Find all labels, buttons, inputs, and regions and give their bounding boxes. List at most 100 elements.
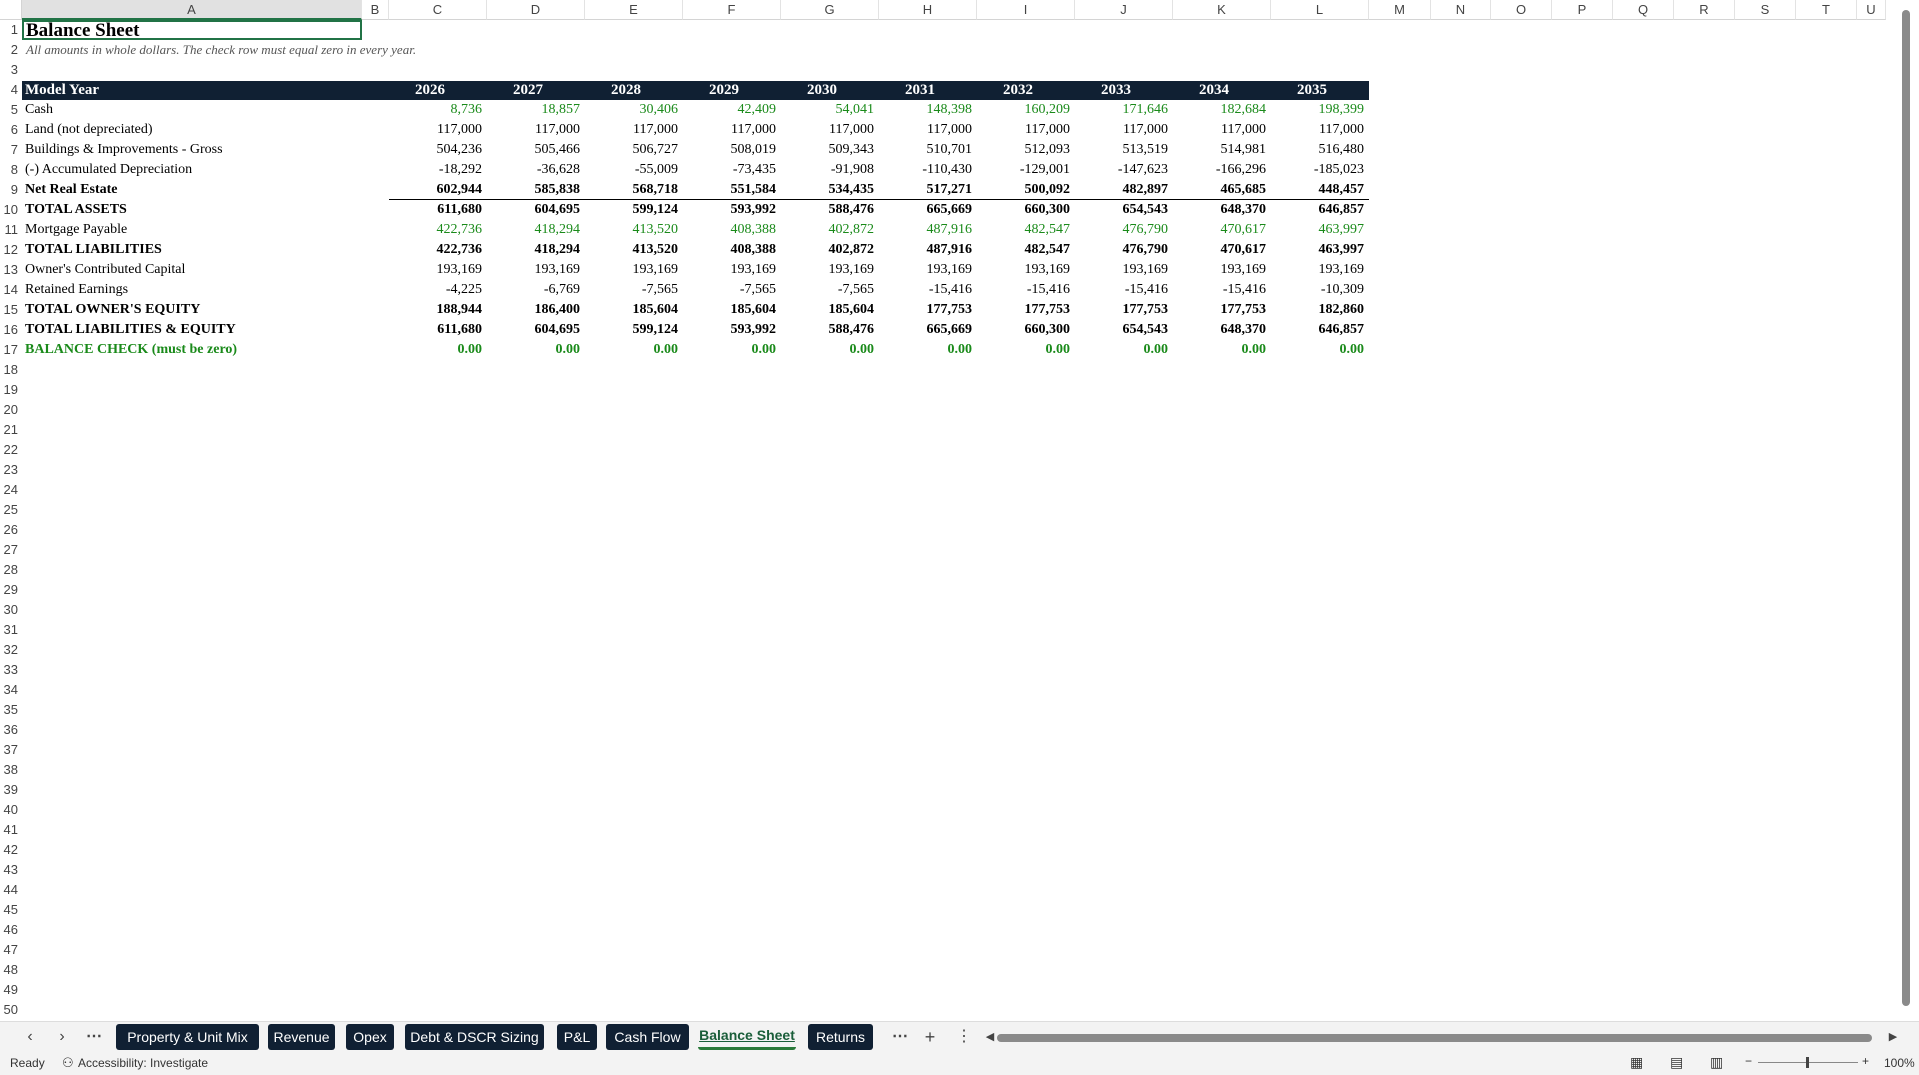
value-cell[interactable]: -55,009 xyxy=(585,160,678,180)
value-cell[interactable]: -36,628 xyxy=(487,160,580,180)
vertical-scrollbar[interactable] xyxy=(1902,10,1910,1006)
value-cell[interactable]: 418,294 xyxy=(487,220,581,240)
value-cell[interactable]: 448,457 xyxy=(1271,180,1365,200)
row-header[interactable]: 20 xyxy=(0,400,22,420)
column-header-g[interactable]: G xyxy=(781,0,879,20)
row-header[interactable]: 27 xyxy=(0,540,22,560)
row-header[interactable]: 39 xyxy=(0,780,22,800)
row-header[interactable]: 33 xyxy=(0,660,22,680)
value-cell[interactable]: -4,225 xyxy=(389,280,482,300)
row-header[interactable]: 48 xyxy=(0,960,22,980)
value-cell[interactable]: 193,169 xyxy=(977,260,1071,280)
row-header[interactable]: 15 xyxy=(0,300,22,320)
tab-balance-sheet[interactable]: Balance Sheet xyxy=(698,1024,796,1050)
more-tabs-right-icon[interactable]: ⋯ xyxy=(890,1026,910,1048)
select-all-corner[interactable] xyxy=(0,0,22,20)
value-cell[interactable]: 665,669 xyxy=(879,200,973,220)
value-cell[interactable]: 422,736 xyxy=(389,220,483,240)
row-header[interactable]: 1 xyxy=(0,20,22,40)
row-header[interactable]: 44 xyxy=(0,880,22,900)
value-cell[interactable]: 402,872 xyxy=(781,240,875,260)
value-cell[interactable]: 514,981 xyxy=(1173,140,1267,160)
row-header[interactable]: 46 xyxy=(0,920,22,940)
column-header-t[interactable]: T xyxy=(1796,0,1857,20)
value-cell[interactable]: 117,000 xyxy=(1173,120,1266,140)
column-header-q[interactable]: Q xyxy=(1613,0,1674,20)
value-cell[interactable]: 487,916 xyxy=(879,220,973,240)
row-header[interactable]: 16 xyxy=(0,320,22,340)
value-cell[interactable]: 117,000 xyxy=(389,120,482,140)
tab-p-l[interactable]: P&L xyxy=(557,1024,597,1050)
value-cell[interactable]: -110,430 xyxy=(879,160,972,180)
row-header[interactable]: 9 xyxy=(0,180,22,200)
zoom-slider-thumb[interactable] xyxy=(1806,1057,1809,1068)
column-header-k[interactable]: K xyxy=(1173,0,1271,20)
row-label[interactable]: TOTAL OWNER'S EQUITY xyxy=(25,300,200,320)
value-cell[interactable]: 185,604 xyxy=(683,300,777,320)
row-header[interactable]: 37 xyxy=(0,740,22,760)
value-cell[interactable]: -10,309 xyxy=(1271,280,1364,300)
value-cell[interactable]: 648,370 xyxy=(1173,320,1267,340)
year-header[interactable]: 2030 xyxy=(807,80,837,100)
value-cell[interactable]: 188,944 xyxy=(389,300,483,320)
value-cell[interactable]: 117,000 xyxy=(585,120,678,140)
row-header[interactable]: 26 xyxy=(0,520,22,540)
column-header-j[interactable]: J xyxy=(1075,0,1173,20)
value-cell[interactable]: 470,617 xyxy=(1173,240,1267,260)
zoom-out-icon[interactable]: − xyxy=(1745,1054,1752,1068)
value-cell[interactable]: 611,680 xyxy=(389,200,482,220)
value-cell[interactable]: 593,992 xyxy=(683,320,777,340)
row-header[interactable]: 28 xyxy=(0,560,22,580)
value-cell[interactable]: 0.00 xyxy=(683,340,777,360)
row-header[interactable]: 10 xyxy=(0,200,22,220)
column-header-h[interactable]: H xyxy=(879,0,977,20)
sheet-title[interactable]: Balance Sheet xyxy=(26,20,139,41)
row-header[interactable]: 17 xyxy=(0,340,22,360)
page-break-view-icon[interactable]: ▥ xyxy=(1710,1054,1723,1071)
value-cell[interactable]: 177,753 xyxy=(977,300,1071,320)
value-cell[interactable]: 182,860 xyxy=(1271,300,1365,320)
tab-options-icon[interactable]: ⋮ xyxy=(954,1026,974,1048)
value-cell[interactable]: 0.00 xyxy=(1173,340,1267,360)
value-cell[interactable]: -7,565 xyxy=(781,280,874,300)
value-cell[interactable]: 54,041 xyxy=(781,100,875,120)
row-label[interactable]: TOTAL ASSETS xyxy=(25,200,127,220)
row-header[interactable]: 24 xyxy=(0,480,22,500)
value-cell[interactable]: -166,296 xyxy=(1173,160,1266,180)
value-cell[interactable]: 148,398 xyxy=(879,100,973,120)
row-header[interactable]: 34 xyxy=(0,680,22,700)
value-cell[interactable]: 413,520 xyxy=(585,220,679,240)
more-tabs-left-icon[interactable]: ⋯ xyxy=(84,1026,104,1048)
page-layout-view-icon[interactable]: ▤ xyxy=(1670,1054,1683,1071)
value-cell[interactable]: 193,169 xyxy=(389,260,483,280)
column-header-r[interactable]: R xyxy=(1674,0,1735,20)
value-cell[interactable]: 516,480 xyxy=(1271,140,1365,160)
value-cell[interactable]: -185,023 xyxy=(1271,160,1364,180)
column-header-b[interactable]: B xyxy=(362,0,389,20)
value-cell[interactable]: 177,753 xyxy=(879,300,973,320)
value-cell[interactable]: 646,857 xyxy=(1271,200,1365,220)
column-header-i[interactable]: I xyxy=(977,0,1075,20)
column-header-s[interactable]: S xyxy=(1735,0,1796,20)
row-header[interactable]: 23 xyxy=(0,460,22,480)
value-cell[interactable]: 182,684 xyxy=(1173,100,1267,120)
row-header[interactable]: 35 xyxy=(0,700,22,720)
value-cell[interactable]: 18,857 xyxy=(487,100,581,120)
value-cell[interactable]: 186,400 xyxy=(487,300,581,320)
value-cell[interactable]: 504,236 xyxy=(389,140,483,160)
horizontal-scrollbar[interactable] xyxy=(997,1034,1872,1042)
value-cell[interactable]: -15,416 xyxy=(1173,280,1266,300)
row-header[interactable]: 11 xyxy=(0,220,22,240)
year-header[interactable]: 2028 xyxy=(611,80,641,100)
row-header[interactable]: 30 xyxy=(0,600,22,620)
row-header[interactable]: 8 xyxy=(0,160,22,180)
value-cell[interactable]: 8,736 xyxy=(389,100,483,120)
value-cell[interactable]: 604,695 xyxy=(487,320,581,340)
tab-debt-dscr-sizing[interactable]: Debt & DSCR Sizing xyxy=(405,1024,544,1050)
value-cell[interactable]: 185,604 xyxy=(781,300,875,320)
column-header-e[interactable]: E xyxy=(585,0,683,20)
value-cell[interactable]: 117,000 xyxy=(879,120,972,140)
value-cell[interactable]: 171,646 xyxy=(1075,100,1169,120)
value-cell[interactable]: 193,169 xyxy=(781,260,875,280)
row-header[interactable]: 42 xyxy=(0,840,22,860)
